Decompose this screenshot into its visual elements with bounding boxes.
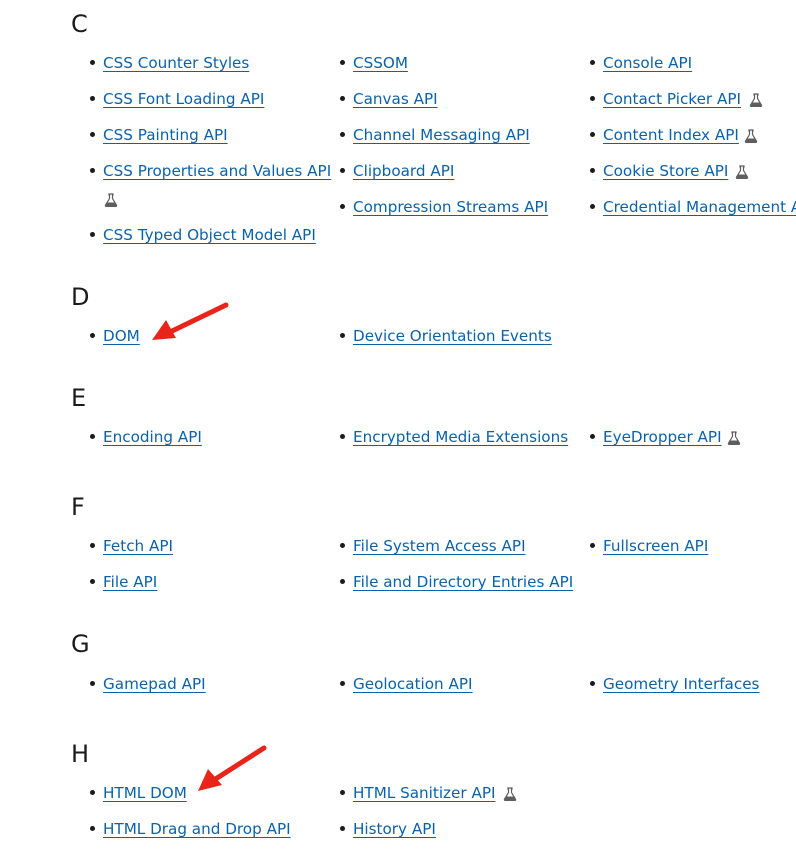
bullet <box>590 96 595 101</box>
red-arrow-icon <box>198 745 267 791</box>
link-eyedropper-api[interactable]: EyeDropper API <box>603 428 722 446</box>
bullet <box>90 333 95 338</box>
link-history-api[interactable]: History API <box>353 820 436 838</box>
link-css-painting-api[interactable]: CSS Painting API <box>103 126 228 144</box>
bullet <box>340 168 345 173</box>
section-heading-f: F <box>71 493 85 521</box>
bullet <box>590 434 595 439</box>
bullet <box>90 826 95 831</box>
link-file-api[interactable]: File API <box>103 573 157 591</box>
section-heading-e: E <box>71 384 87 412</box>
link-geometry-interfaces[interactable]: Geometry Interfaces <box>603 675 759 693</box>
flask-icon <box>503 787 517 801</box>
link-credential-management-api[interactable]: Credential Management API <box>603 198 796 216</box>
bullet <box>90 168 95 173</box>
link-html-dom[interactable]: HTML DOM <box>103 784 187 802</box>
bullet <box>90 132 95 137</box>
bullet <box>340 543 345 548</box>
link-contact-picker-api[interactable]: Contact Picker API <box>603 90 741 108</box>
bullet <box>590 681 595 686</box>
link-fetch-api[interactable]: Fetch API <box>103 537 173 555</box>
section-heading-d: D <box>71 283 90 311</box>
flask-icon <box>727 431 741 445</box>
link-css-font-loading-api[interactable]: CSS Font Loading API <box>103 90 264 108</box>
bullet <box>590 168 595 173</box>
link-cssom[interactable]: CSSOM <box>353 54 408 72</box>
bullet <box>340 60 345 65</box>
bullet <box>90 434 95 439</box>
api-index-page: C CSS Counter Styles CSS Font Loading AP… <box>0 0 796 852</box>
link-css-typed-object-model-api[interactable]: CSS Typed Object Model API <box>103 226 316 244</box>
link-encrypted-media-extensions[interactable]: Encrypted Media Extensions <box>353 428 568 446</box>
bullet <box>590 60 595 65</box>
link-cookie-store-api[interactable]: Cookie Store API <box>603 162 728 180</box>
link-html-drag-and-drop-api[interactable]: HTML Drag and Drop API <box>103 820 291 838</box>
bullet <box>340 333 345 338</box>
link-console-api[interactable]: Console API <box>603 54 692 72</box>
flask-icon <box>749 93 763 107</box>
section-heading-c: C <box>71 10 88 38</box>
bullet <box>340 579 345 584</box>
link-channel-messaging-api[interactable]: Channel Messaging API <box>353 126 530 144</box>
bullet <box>90 579 95 584</box>
link-clipboard-api[interactable]: Clipboard API <box>353 162 454 180</box>
bullet <box>340 826 345 831</box>
link-html-sanitizer-api[interactable]: HTML Sanitizer API <box>353 784 495 802</box>
bullet <box>590 132 595 137</box>
bullet <box>340 434 345 439</box>
link-encoding-api[interactable]: Encoding API <box>103 428 202 446</box>
bullet <box>340 132 345 137</box>
link-gamepad-api[interactable]: Gamepad API <box>103 675 206 693</box>
link-file-system-access-api[interactable]: File System Access API <box>353 537 526 555</box>
bullet <box>90 60 95 65</box>
flask-icon <box>744 129 758 143</box>
bullet <box>90 790 95 795</box>
link-css-counter-styles[interactable]: CSS Counter Styles <box>103 54 249 72</box>
link-dom[interactable]: DOM <box>103 327 140 345</box>
link-device-orientation-events[interactable]: Device Orientation Events <box>353 327 552 345</box>
bullet <box>340 681 345 686</box>
flask-icon <box>735 165 749 179</box>
bullet <box>590 204 595 209</box>
bullet <box>90 96 95 101</box>
bullet <box>340 204 345 209</box>
red-arrow-icon <box>152 302 229 340</box>
link-canvas-api[interactable]: Canvas API <box>353 90 438 108</box>
bullet <box>90 543 95 548</box>
section-heading-h: H <box>71 740 90 768</box>
bullet <box>90 681 95 686</box>
link-geolocation-api[interactable]: Geolocation API <box>353 675 473 693</box>
link-compression-streams-api[interactable]: Compression Streams API <box>353 198 548 216</box>
link-content-index-api[interactable]: Content Index API <box>603 126 739 144</box>
bullet <box>340 790 345 795</box>
link-fullscreen-api[interactable]: Fullscreen API <box>603 537 708 555</box>
bullet <box>90 232 95 237</box>
section-heading-g: G <box>71 630 90 658</box>
flask-icon <box>104 193 118 207</box>
link-css-properties-and-values-api[interactable]: CSS Properties and Values API <box>103 162 331 180</box>
bullet <box>590 543 595 548</box>
bullet <box>340 96 345 101</box>
link-file-and-directory-entries-api[interactable]: File and Directory Entries API <box>353 573 573 591</box>
